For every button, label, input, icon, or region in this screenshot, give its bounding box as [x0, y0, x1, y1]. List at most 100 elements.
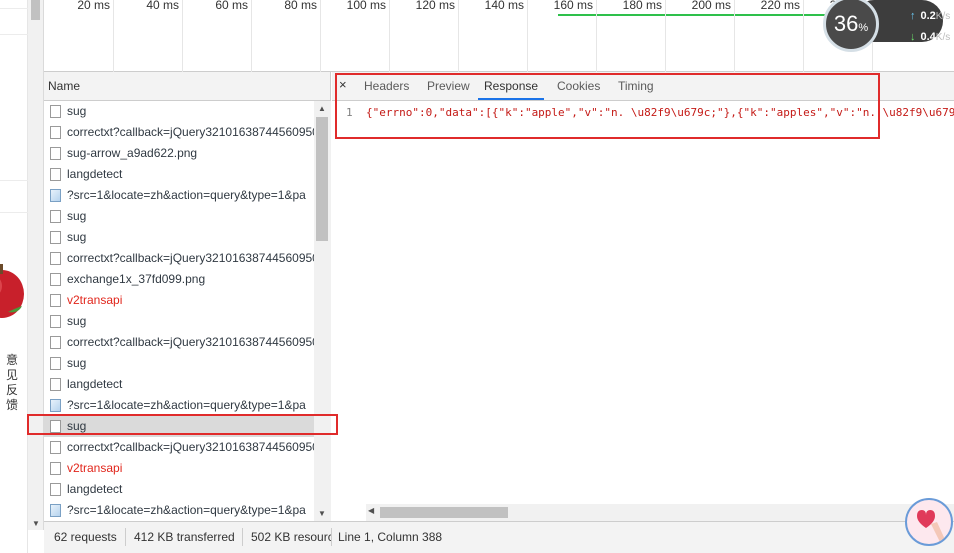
request-name: sug: [67, 209, 87, 223]
doc-icon: [50, 462, 61, 475]
network-speed-widget[interactable]: 36% ↑ 0.2K/s ↓ 0.4K/s: [823, 0, 950, 52]
request-name: langdetect: [67, 482, 123, 496]
request-row[interactable]: v2transapi: [44, 290, 314, 311]
request-count: 62 requests: [54, 530, 117, 544]
divider: [0, 180, 28, 181]
doc-icon: [50, 231, 61, 244]
timeline-gridline: [320, 0, 321, 72]
request-row[interactable]: correctxt?callback=jQuery321016387445609…: [44, 248, 314, 269]
doc-icon: [50, 483, 61, 496]
resources-size: 502 KB resourc: [251, 530, 331, 544]
request-name: langdetect: [67, 167, 123, 181]
tab-preview[interactable]: Preview: [427, 72, 470, 100]
doc-icon: [50, 420, 61, 433]
request-name: correctxt?callback=jQuery321016387445609…: [67, 440, 314, 454]
timeline-tick-label: 160 ms: [553, 0, 593, 12]
scroll-down-arrow-icon[interactable]: ▼: [318, 509, 326, 518]
webpage-strip: 意见 反馈: [0, 0, 28, 553]
memory-usage-ring: 36%: [823, 0, 879, 52]
detail-tab-bar: × Headers Preview Response Cookies Timin…: [332, 72, 954, 101]
feedback-link[interactable]: 意见 反馈: [0, 353, 28, 413]
tab-cookies[interactable]: Cookies: [557, 72, 600, 100]
request-row[interactable]: correctxt?callback=jQuery321016387445609…: [44, 122, 314, 143]
download-arrow-icon: ↓: [910, 31, 916, 43]
scroll-down-arrow-icon[interactable]: ▼: [32, 519, 40, 528]
request-row[interactable]: langdetect: [44, 374, 314, 395]
timeline-gridline: [389, 0, 390, 72]
request-name: langdetect: [67, 377, 123, 391]
devtools-window: 意见 反馈 ▼ 20 ms 40 ms 60 ms 80 ms 100 ms 120 ms…: [0, 0, 954, 553]
doc-icon: [50, 168, 61, 181]
requests-scrollbar[interactable]: ▲ ▼: [314, 101, 331, 521]
request-row[interactable]: v2transapi: [44, 458, 314, 479]
request-detail-panel: × Headers Preview Response Cookies Timin…: [332, 72, 954, 521]
request-row[interactable]: ?src=1&locate=zh&action=query&type=1&pa: [44, 185, 314, 206]
name-column-header[interactable]: Name: [44, 72, 330, 101]
divider: [0, 34, 28, 35]
request-name: correctxt?callback=jQuery321016387445609…: [67, 251, 314, 265]
request-name: exchange1x_37fd099.png: [67, 272, 206, 286]
request-name: ?src=1&locate=zh&action=query&type=1&pa: [67, 503, 306, 517]
scrollbar-thumb[interactable]: [316, 117, 328, 241]
request-row[interactable]: sug: [44, 101, 314, 122]
timeline-tick-label: 60 ms: [215, 0, 248, 12]
scrollbar-thumb[interactable]: [31, 0, 40, 20]
page-scrollbar[interactable]: ▼: [28, 0, 44, 530]
doc-icon: [50, 294, 61, 307]
timeline-gridline: [182, 0, 183, 72]
timeline-tick-label: 140 ms: [484, 0, 524, 12]
doc-icon: [50, 252, 61, 265]
request-row[interactable]: sug: [44, 311, 314, 332]
divider: [0, 8, 28, 9]
timeline-gridline: [251, 0, 252, 72]
close-icon[interactable]: ×: [339, 77, 347, 92]
request-row[interactable]: sug-arrow_a9ad622.png: [44, 143, 314, 164]
doc-icon: [50, 126, 61, 139]
timeline-gridline: [734, 0, 735, 72]
request-name: sug: [67, 104, 87, 118]
request-row[interactable]: sug: [44, 353, 314, 374]
line-number: 1: [346, 106, 353, 119]
timeline-tick-label: 80 ms: [284, 0, 317, 12]
response-text[interactable]: {"errno":0,"data":[{"k":"apple","v":"n. …: [366, 106, 954, 119]
timeline-gridline: [665, 0, 666, 72]
doc-icon: [50, 357, 61, 370]
assistant-avatar[interactable]: [905, 498, 953, 546]
request-row[interactable]: langdetect: [44, 479, 314, 500]
network-timeline[interactable]: 20 ms 40 ms 60 ms 80 ms 100 ms 120 ms 140 ms 16…: [44, 0, 954, 72]
request-row[interactable]: exchange1x_37fd099.png: [44, 269, 314, 290]
request-row[interactable]: sug: [44, 227, 314, 248]
image-icon: [50, 504, 61, 517]
request-row[interactable]: correctxt?callback=jQuery321016387445609…: [44, 332, 314, 353]
cursor-position: Line 1, Column 388: [338, 530, 443, 544]
request-name: correctxt?callback=jQuery321016387445609…: [67, 125, 314, 139]
response-horizontal-scrollbar[interactable]: ◀: [366, 504, 954, 521]
scroll-left-arrow-icon[interactable]: ◀: [368, 506, 374, 515]
request-row[interactable]: langdetect: [44, 164, 314, 185]
request-row[interactable]: ?src=1&locate=zh&action=query&type=1&pa: [44, 395, 314, 416]
timeline-gridline: [527, 0, 528, 72]
request-name: sug: [67, 419, 87, 433]
request-row[interactable]: sug: [44, 416, 314, 437]
scroll-up-arrow-icon[interactable]: ▲: [318, 104, 326, 113]
scrollbar-thumb[interactable]: [380, 507, 508, 518]
feedback-text: 意见: [5, 353, 18, 382]
requests-list: sug correctxt?callback=jQuery321016387445…: [44, 101, 314, 521]
requests-panel: Name sug correctxt?callback=jQuery3210163…: [44, 72, 331, 521]
request-name: v2transapi: [67, 293, 123, 307]
timeline-gridline: [113, 0, 114, 72]
request-name: v2transapi: [67, 461, 123, 475]
doc-icon: [50, 441, 61, 454]
timeline-gridline: [458, 0, 459, 72]
doc-icon: [50, 336, 61, 349]
tab-timing[interactable]: Timing: [618, 72, 654, 100]
tab-headers[interactable]: Headers: [364, 72, 409, 100]
request-row[interactable]: ?src=1&locate=zh&action=query&type=1&pa: [44, 500, 314, 521]
tab-response[interactable]: Response: [478, 72, 545, 100]
response-body[interactable]: 1 {"errno":0,"data":[{"k":"apple","v":"n…: [332, 102, 954, 126]
divider: [125, 528, 126, 546]
doc-icon: [50, 273, 61, 286]
request-row[interactable]: correctxt?callback=jQuery321016387445609…: [44, 437, 314, 458]
request-row[interactable]: sug: [44, 206, 314, 227]
doc-icon: [50, 147, 61, 160]
